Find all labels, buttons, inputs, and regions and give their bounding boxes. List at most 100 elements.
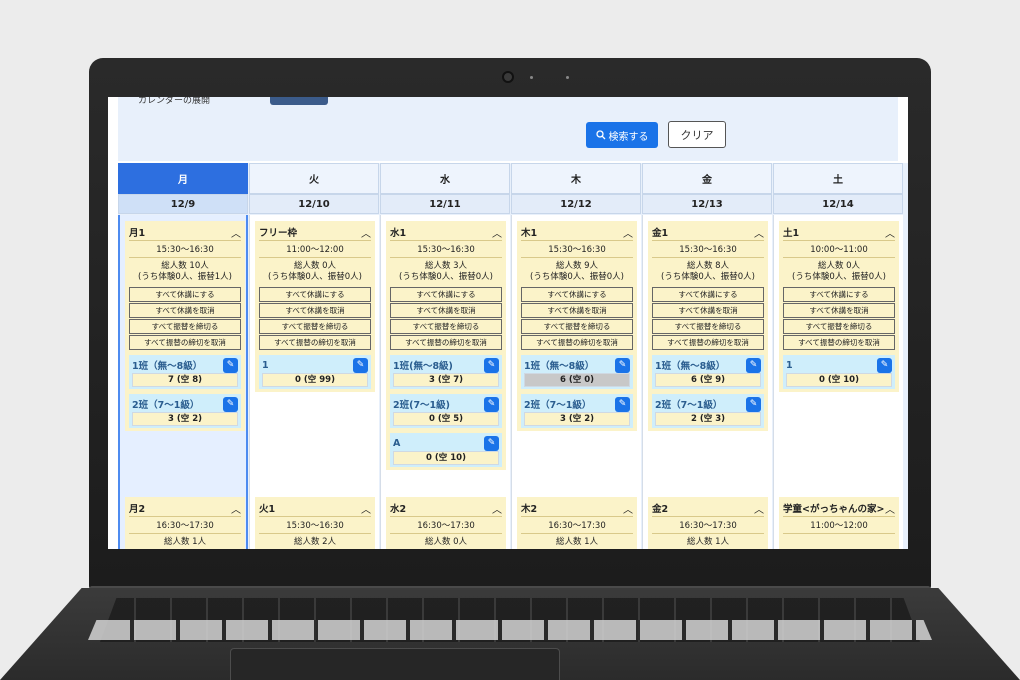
date-header[interactable]: 12/12 xyxy=(511,194,641,214)
bulk-action-button[interactable]: すべて休講にする xyxy=(129,287,241,302)
lesson-card-header[interactable]: 木2 ︿ xyxy=(521,500,633,516)
chevron-up-icon[interactable]: ︿ xyxy=(623,501,633,516)
bulk-action-button[interactable]: すべて休講にする xyxy=(783,287,895,302)
date-header[interactable]: 12/11 xyxy=(380,194,510,214)
lesson-title: 土1 xyxy=(783,228,800,239)
class-capacity: 0 (空 10) xyxy=(786,373,892,387)
lesson-card-header[interactable]: 金1 ︿ xyxy=(652,224,764,240)
class-capacity: 0 (空 5) xyxy=(393,412,499,426)
day-of-week-header[interactable]: 月 xyxy=(118,163,248,194)
calendar-toggle[interactable]: カレンダーの展開 xyxy=(138,97,210,106)
lesson-count: 総人数 0人 (うち体験0人、振替0人) xyxy=(259,258,371,286)
bulk-action-button[interactable]: すべて振替の締切を取消 xyxy=(652,335,764,350)
class-name: 2班（7〜1級） xyxy=(524,400,592,411)
lesson-card-header[interactable]: 金2 ︿ xyxy=(652,500,764,516)
chevron-up-icon[interactable]: ︿ xyxy=(361,501,371,516)
lesson-title: 月1 xyxy=(129,228,146,239)
lesson-card-header[interactable]: 水2 ︿ xyxy=(390,500,502,516)
day-column: 土 12/14 土1 ︿ 10:00〜11:00 総人数 0人 (うち体験0人、振替0人) す… xyxy=(773,163,903,549)
class-name: 1 xyxy=(786,359,793,371)
pencil-icon[interactable]: ✎ xyxy=(484,357,499,373)
pencil-icon[interactable]: ✎ xyxy=(353,357,368,373)
class-group: 2班(7〜1級) ✎ 0 (空 5) xyxy=(390,394,502,428)
pencil-icon[interactable]: ✎ xyxy=(615,357,630,373)
day-of-week-header[interactable]: 水 xyxy=(380,163,510,194)
bulk-action-button[interactable]: すべて振替を締切る xyxy=(783,319,895,334)
pencil-icon[interactable]: ✎ xyxy=(484,396,499,412)
bulk-action-button[interactable]: すべて振替を締切る xyxy=(521,319,633,334)
lesson-card-header[interactable]: 水1 ︿ xyxy=(390,224,502,240)
pencil-icon[interactable]: ✎ xyxy=(223,357,238,373)
date-header[interactable]: 12/13 xyxy=(642,194,772,214)
pencil-icon[interactable]: ✎ xyxy=(223,396,238,412)
bulk-action-button[interactable]: すべて振替を締切る xyxy=(259,319,371,334)
lesson-card-header[interactable]: 月1 ︿ xyxy=(129,224,241,240)
bulk-action-button[interactable]: すべて振替の締切を取消 xyxy=(129,335,241,350)
clear-button[interactable]: クリア xyxy=(668,121,726,148)
pencil-icon[interactable]: ✎ xyxy=(484,435,499,451)
day-of-week-header[interactable]: 土 xyxy=(773,163,903,194)
day-of-week-header[interactable]: 金 xyxy=(642,163,772,194)
lesson-time: 15:30〜16:30 xyxy=(259,516,371,534)
bulk-action-button[interactable]: すべて休講を取消 xyxy=(129,303,241,318)
chevron-up-icon[interactable]: ︿ xyxy=(492,225,502,240)
bulk-action-button[interactable]: すべて休講にする xyxy=(652,287,764,302)
bulk-action-button[interactable]: すべて振替の締切を取消 xyxy=(521,335,633,350)
lesson-time: 11:00〜12:00 xyxy=(259,240,371,258)
day-body: 月1 ︿ 15:30〜16:30 総人数 10人 (うち体験0人、振替1人) すべて休講に… xyxy=(118,215,248,549)
class-capacity: 0 (空 99) xyxy=(262,373,368,387)
bulk-action-button[interactable]: すべて振替を締切る xyxy=(652,319,764,334)
bulk-action-button[interactable]: すべて振替を締切る xyxy=(390,319,502,334)
search-button[interactable]: 検索する xyxy=(586,122,658,148)
bulk-action-button[interactable]: すべて休講にする xyxy=(390,287,502,302)
bulk-action-button[interactable]: すべて振替を締切る xyxy=(129,319,241,334)
bulk-action-button[interactable]: すべて休講にする xyxy=(521,287,633,302)
lesson-card-header[interactable]: 土1 ︿ xyxy=(783,224,895,240)
chevron-up-icon[interactable]: ︿ xyxy=(885,225,895,240)
bulk-action-button[interactable]: すべて振替の締切を取消 xyxy=(259,335,371,350)
pencil-icon[interactable]: ✎ xyxy=(615,396,630,412)
lesson-card-header[interactable]: フリー枠 ︿ xyxy=(259,224,371,240)
lesson-card-header[interactable]: 学童<がっちゃんの家> ︿ xyxy=(783,500,895,516)
lesson-card: 金1 ︿ 15:30〜16:30 総人数 8人 (うち体験0人、振替0人) すべて休講にす… xyxy=(648,221,768,431)
chevron-up-icon[interactable]: ︿ xyxy=(754,225,764,240)
date-header[interactable]: 12/9 xyxy=(118,194,248,214)
lesson-title: 学童<がっちゃんの家> xyxy=(783,504,885,515)
date-header[interactable]: 12/14 xyxy=(773,194,903,214)
lesson-card-header[interactable]: 月2 ︿ xyxy=(129,500,241,516)
class-capacity: 3 (空 2) xyxy=(524,412,630,426)
chevron-up-icon[interactable]: ︿ xyxy=(361,225,371,240)
pencil-icon[interactable]: ✎ xyxy=(877,357,892,373)
bulk-action-button[interactable]: すべて休講にする xyxy=(259,287,371,302)
lesson-card-header[interactable]: 木1 ︿ xyxy=(521,224,633,240)
chevron-up-icon[interactable]: ︿ xyxy=(623,225,633,240)
calendar-toggle-button[interactable] xyxy=(270,97,328,105)
class-group-header: 2班（7〜1級） ✎ xyxy=(655,396,761,412)
chevron-up-icon[interactable]: ︿ xyxy=(492,501,502,516)
pencil-icon[interactable]: ✎ xyxy=(746,357,761,373)
bulk-action-button[interactable]: すべて休講を取消 xyxy=(390,303,502,318)
bulk-action-button[interactable]: すべて休講を取消 xyxy=(259,303,371,318)
lesson-count: 総人数 8人 (うち体験0人、振替0人) xyxy=(652,258,764,286)
class-group: 1班（無〜8級） ✎ 6 (空 0) xyxy=(521,355,633,389)
lesson-card-header[interactable]: 火1 ︿ xyxy=(259,500,371,516)
chevron-up-icon[interactable]: ︿ xyxy=(231,225,241,240)
class-name: 1班(無〜8級) xyxy=(393,361,453,372)
lesson-time: 16:30〜17:30 xyxy=(390,516,502,534)
chevron-up-icon[interactable]: ︿ xyxy=(754,501,764,516)
day-of-week-header[interactable]: 木 xyxy=(511,163,641,194)
day-of-week-header[interactable]: 火 xyxy=(249,163,379,194)
count-detail: (うち体験0人、振替0人) xyxy=(399,272,493,282)
bulk-action-button[interactable]: すべて振替の締切を取消 xyxy=(783,335,895,350)
lesson-time: 16:30〜17:30 xyxy=(521,516,633,534)
bulk-action-button[interactable]: すべて休講を取消 xyxy=(783,303,895,318)
bulk-action-button[interactable]: すべて振替の締切を取消 xyxy=(390,335,502,350)
class-group-header: 2班（7〜1級） ✎ xyxy=(524,396,630,412)
chevron-up-icon[interactable]: ︿ xyxy=(231,501,241,516)
pencil-icon[interactable]: ✎ xyxy=(746,396,761,412)
date-header[interactable]: 12/10 xyxy=(249,194,379,214)
lesson-title: 水2 xyxy=(390,504,407,515)
chevron-up-icon[interactable]: ︿ xyxy=(885,501,895,516)
bulk-action-button[interactable]: すべて休講を取消 xyxy=(521,303,633,318)
bulk-action-button[interactable]: すべて休講を取消 xyxy=(652,303,764,318)
